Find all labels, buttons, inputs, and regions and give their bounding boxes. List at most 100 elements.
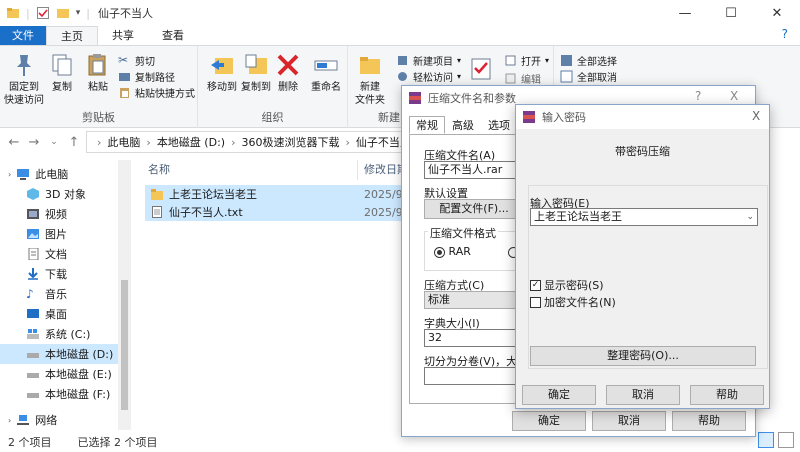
nav-drive-e[interactable]: 本地磁盘 (E:) <box>0 364 118 384</box>
format-rar-option[interactable]: RAR <box>434 245 471 258</box>
maximize-button[interactable]: ☐ <box>708 0 754 26</box>
nav-drive-d[interactable]: 本地磁盘 (D:) <box>0 344 118 364</box>
column-header-name[interactable]: 名称 <box>148 160 170 180</box>
tab-home[interactable]: 主页 <box>46 26 98 45</box>
method-select[interactable]: 标准 <box>424 291 524 309</box>
back-arrow-icon[interactable]: ← <box>4 135 24 150</box>
copy-path-button[interactable]: 复制路径 <box>118 68 175 84</box>
new-item-label: 新建项目 <box>413 56 453 68</box>
qa-dropdown-icon[interactable]: ▾ <box>76 8 81 18</box>
nav-music[interactable]: ♪ 音乐 <box>0 284 118 304</box>
3d-objects-icon <box>27 188 39 200</box>
tab-general[interactable]: 常规 <box>409 116 445 134</box>
archive-cancel-button[interactable]: 取消 <box>592 411 666 431</box>
breadcrumb-item[interactable]: 仙子不当人 <box>356 134 405 150</box>
new-folder-button[interactable]: 新建 文件夹 <box>348 52 392 107</box>
new-folder-qa-icon[interactable] <box>56 6 70 20</box>
address-bar[interactable]: › 此电脑 › 本地磁盘 (D:) › 360极速浏览器下载 › 仙子不当人 <box>86 131 406 153</box>
breadcrumb-item[interactable]: 此电脑 <box>107 134 140 150</box>
nav-documents[interactable]: 文档 <box>0 244 118 264</box>
pin-quick-access-button[interactable]: 固定到 快速访问 <box>2 52 46 107</box>
easy-access-button[interactable]: 轻松访问 ▾ <box>396 68 461 84</box>
password-ok-button[interactable]: 确定 <box>522 385 596 405</box>
clipboard-group-label: 剪贴板 <box>82 111 115 124</box>
paste-shortcut-button[interactable]: 粘贴快捷方式 <box>118 84 195 100</box>
dialog-close-button[interactable]: X <box>730 89 738 103</box>
expand-chevron-icon[interactable]: › <box>8 170 11 179</box>
tab-options[interactable]: 选项 <box>481 116 517 134</box>
password-dialog-title: 输入密码 <box>542 111 586 124</box>
nav-drive-c[interactable]: 系统 (C:) <box>0 324 118 344</box>
nav-downloads[interactable]: 下载 <box>0 264 118 284</box>
pictures-icon <box>27 229 39 239</box>
password-input[interactable]: 上老王论坛当老王 ⌄ <box>530 208 758 226</box>
select-none-button[interactable]: 全部取消 <box>560 68 617 84</box>
file-name: 仙子不当人.txt <box>169 206 243 219</box>
nav-scrollbar[interactable] <box>118 160 131 430</box>
properties-button[interactable] <box>460 56 504 85</box>
archive-ok-button[interactable]: 确定 <box>512 411 586 431</box>
tab-advanced[interactable]: 高级 <box>445 116 481 134</box>
copy-path-label: 复制路径 <box>135 72 175 84</box>
paste-button[interactable]: 粘贴 <box>80 52 116 94</box>
nav-3d-objects[interactable]: 3D 对象 <box>0 184 118 204</box>
open-button[interactable]: 打开 ▾ <box>504 52 549 68</box>
close-button[interactable]: ✕ <box>754 0 800 26</box>
nav-drive-f[interactable]: 本地磁盘 (F:) <box>0 384 118 404</box>
minimize-button[interactable]: — <box>662 0 708 26</box>
breadcrumb-item[interactable]: 360极速浏览器下载 <box>241 134 339 150</box>
organize-passwords-button[interactable]: 整理密码(O)... <box>530 346 756 366</box>
password-help-button[interactable]: 帮助 <box>690 385 764 405</box>
breadcrumb-item[interactable]: 本地磁盘 (D:) <box>157 134 225 150</box>
nav-pictures[interactable]: 图片 <box>0 224 118 244</box>
nav-network[interactable]: › 网络 <box>0 410 118 430</box>
show-password-checkbox[interactable]: ✓ 显示密码(S) <box>530 277 604 293</box>
navigation-pane: › 此电脑 3D 对象 视频 图片 文档 下载 ♪ 音乐 桌面 系统 (C:) … <box>0 160 118 430</box>
nav-videos[interactable]: 视频 <box>0 204 118 224</box>
tab-view[interactable]: 查看 <box>148 26 198 45</box>
drive-icon <box>27 353 39 358</box>
archive-help-button[interactable]: 帮助 <box>672 411 746 431</box>
cut-label: 剪切 <box>135 56 155 68</box>
select-all-button[interactable]: 全部选择 <box>560 52 617 68</box>
nav-label: 3D 对象 <box>45 188 86 201</box>
breadcrumb-separator-icon: › <box>97 135 102 149</box>
cut-button[interactable]: ✂ 剪切 <box>118 52 155 68</box>
profiles-button[interactable]: 配置文件(F)... <box>424 199 524 219</box>
dictionary-select[interactable]: 32 ⌄ <box>424 329 524 347</box>
forward-arrow-icon[interactable]: → <box>24 135 44 150</box>
checkbox[interactable] <box>530 296 541 308</box>
archive-name-input[interactable]: 仙子不当人.rar <box>424 161 524 179</box>
nav-this-pc[interactable]: › 此电脑 <box>0 164 118 184</box>
tab-share[interactable]: 共享 <box>98 26 148 45</box>
radio-button-selected[interactable] <box>434 246 445 258</box>
password-cancel-button[interactable]: 取消 <box>606 385 680 405</box>
help-icon[interactable]: ? <box>782 27 788 41</box>
delete-button[interactable]: 删除 <box>270 52 306 94</box>
password-dialog-close-button[interactable]: X <box>752 109 760 123</box>
column-divider[interactable] <box>357 160 358 180</box>
edit-button[interactable]: 编辑 <box>504 70 541 86</box>
folder-icon <box>151 188 163 200</box>
recent-dropdown-icon[interactable]: ⌄ <box>44 137 64 147</box>
file-row[interactable]: 仙子不当人.txt 2025/9/ <box>145 203 406 221</box>
large-icons-view-button[interactable] <box>778 432 794 448</box>
rename-button[interactable]: 重命名 <box>304 52 348 94</box>
up-arrow-icon[interactable]: ↑ <box>64 135 84 150</box>
chevron-down-icon[interactable]: ⌄ <box>746 209 754 225</box>
tab-file[interactable]: 文件 <box>0 26 46 45</box>
dialog-help-button[interactable]: ? <box>695 89 701 103</box>
dictionary-value: 32 <box>428 331 442 344</box>
scrollbar-thumb[interactable] <box>121 280 128 410</box>
split-volume-input[interactable]: ⌄ <box>424 367 524 385</box>
file-row[interactable]: 上老王论坛当老王 2025/9/ <box>145 185 406 203</box>
expand-chevron-icon[interactable]: › <box>8 416 11 425</box>
checkbox-checked[interactable]: ✓ <box>530 279 541 291</box>
properties-check-icon[interactable] <box>36 6 50 20</box>
details-view-button[interactable] <box>758 432 774 448</box>
nav-desktop[interactable]: 桌面 <box>0 304 118 324</box>
encrypt-names-checkbox[interactable]: 加密文件名(N) <box>530 294 616 310</box>
copy-button[interactable]: 复制 <box>44 52 80 94</box>
new-item-button[interactable]: 新建项目 ▾ <box>396 52 461 68</box>
separator: | <box>26 6 30 20</box>
